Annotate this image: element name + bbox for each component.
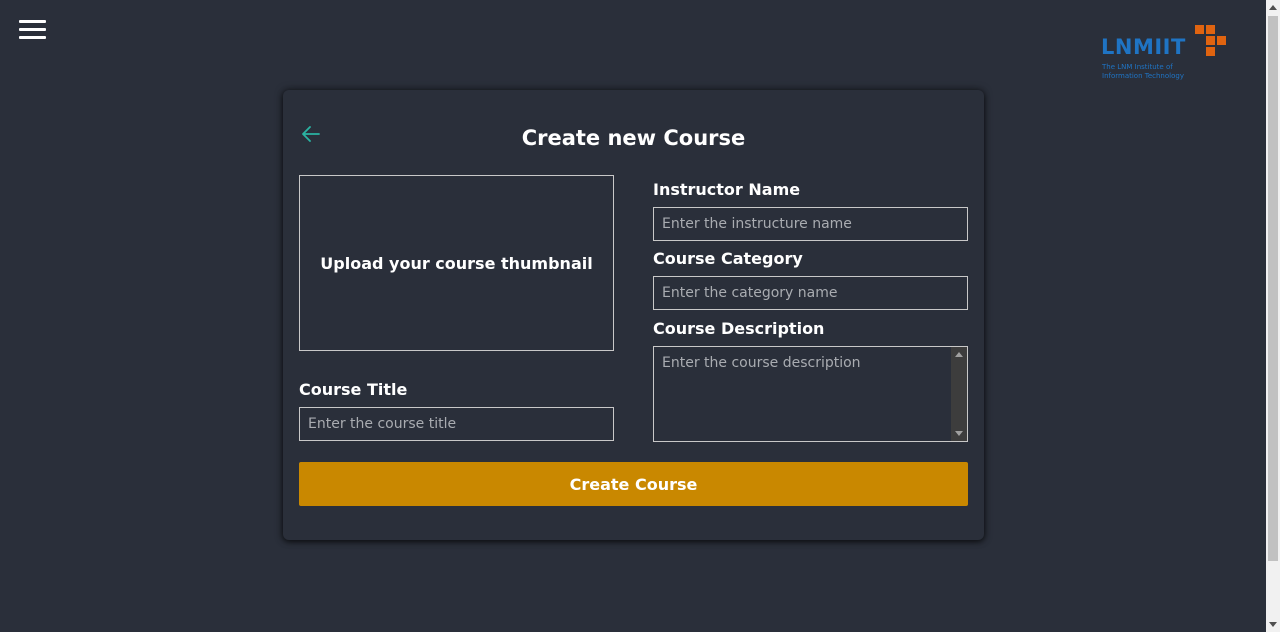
scroll-up-icon[interactable] — [955, 352, 963, 357]
menu-line — [19, 36, 46, 39]
menu-line — [19, 28, 46, 31]
instructor-name-label: Instructor Name — [653, 180, 801, 199]
hamburger-menu-icon[interactable] — [19, 20, 47, 40]
scrollbar-thumb[interactable] — [1268, 16, 1278, 561]
scroll-down-icon[interactable] — [1269, 622, 1277, 627]
create-course-button[interactable]: Create Course — [299, 462, 968, 506]
course-description-textarea[interactable] — [653, 346, 968, 442]
course-category-input[interactable] — [653, 276, 968, 310]
course-description-label: Course Description — [653, 319, 825, 338]
logo-blocks-icon — [1195, 25, 1226, 56]
course-title-label: Course Title — [299, 380, 408, 399]
scroll-up-icon[interactable] — [1269, 5, 1277, 10]
page-title: Create new Course — [521, 126, 746, 150]
scroll-down-icon[interactable] — [955, 431, 963, 436]
course-category-label: Course Category — [653, 249, 803, 268]
logo-tagline: The LNM Institute of Information Technol… — [1102, 63, 1184, 80]
thumbnail-upload-area[interactable]: Upload your course thumbnail — [299, 175, 614, 351]
page-scrollbar[interactable] — [1266, 0, 1280, 632]
upload-label: Upload your course thumbnail — [320, 253, 593, 273]
instructor-name-input[interactable] — [653, 207, 968, 241]
textarea-scrollbar[interactable] — [951, 347, 967, 441]
menu-line — [19, 20, 46, 23]
course-title-input[interactable] — [299, 407, 614, 441]
create-course-card: Create new Course Upload your course thu… — [283, 90, 984, 540]
logo-wordmark: LNMIIT — [1101, 35, 1186, 59]
lnmiit-logo: LNMIIT The LNM Institute of Information … — [1100, 25, 1230, 85]
